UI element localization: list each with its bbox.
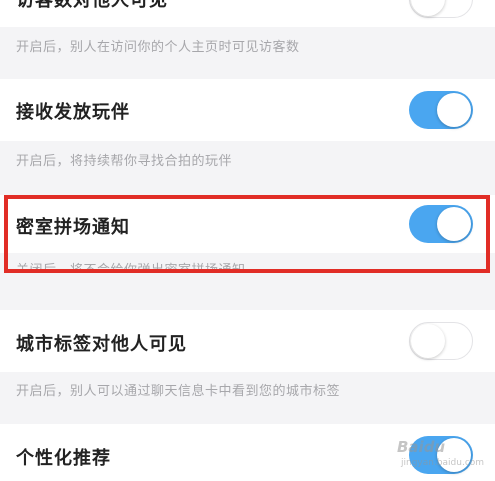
- red-highlight-box: [4, 195, 490, 273]
- city-tag-toggle[interactable]: [409, 322, 473, 360]
- setting-row-receive-partner: 接收发放玩伴: [0, 79, 495, 141]
- baidu-watermark: Baidu jingyan.baidu.com: [397, 438, 484, 472]
- toggle-knob: [411, 0, 445, 16]
- setting-description: 开启后，别人在访问你的个人主页时可见访客数: [16, 40, 300, 55]
- setting-title: 访客数对他人可见: [16, 0, 168, 11]
- setting-description: 开启后，别人可以通过聊天信息卡中看到您的城市标签: [16, 384, 341, 399]
- setting-title: 城市标签对他人可见: [16, 334, 187, 355]
- setting-title: 个性化推荐: [16, 448, 111, 469]
- visitor-count-toggle[interactable]: [409, 0, 473, 18]
- toggle-knob: [411, 324, 445, 358]
- setting-row-visitor-count: 访客数对他人可见: [0, 0, 495, 27]
- setting-title: 接收发放玩伴: [16, 102, 130, 123]
- setting-description: 开启后，将持续帮你寻找合拍的玩伴: [16, 154, 233, 169]
- watermark-brand: Baidu: [397, 438, 446, 456]
- watermark-url: jingyan.baidu.com: [401, 458, 485, 468]
- setting-row-city-tag: 城市标签对他人可见: [0, 310, 495, 372]
- toggle-knob: [437, 93, 471, 127]
- receive-partner-toggle[interactable]: [409, 91, 473, 129]
